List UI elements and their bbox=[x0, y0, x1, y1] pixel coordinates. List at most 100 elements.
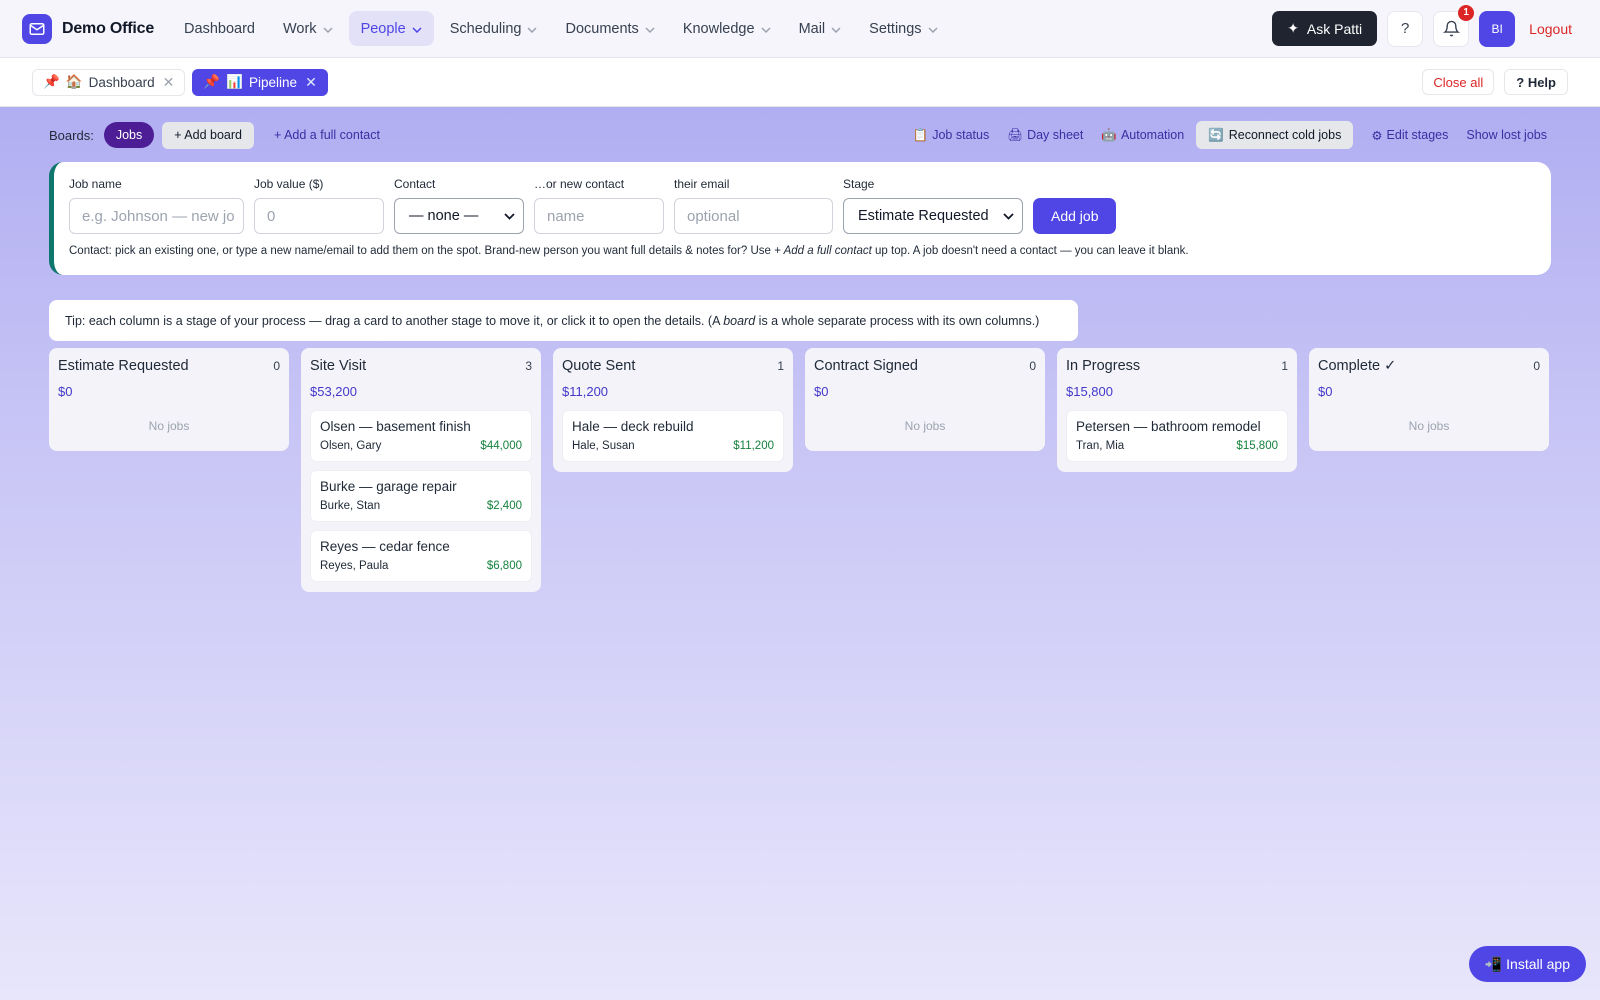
tab-pipeline[interactable]: 📌 📊 Pipeline ✕ bbox=[192, 68, 328, 96]
tab-emoji-icon: 🏠 bbox=[65, 74, 83, 89]
column-total: $0 bbox=[58, 384, 73, 399]
install-app-button[interactable]: 📲 Install app bbox=[1468, 946, 1586, 982]
avatar[interactable]: BI bbox=[1479, 10, 1516, 47]
board-pill-jobs[interactable]: Jobs bbox=[103, 122, 155, 148]
nav-item-label: Settings bbox=[869, 20, 922, 37]
help-question-button[interactable]: ? bbox=[1387, 10, 1424, 47]
edit-stages-link[interactable]: ⚙ Edit stages bbox=[1371, 128, 1448, 143]
card-list: Olsen — basement finish Olsen, Gary $44,00… bbox=[310, 410, 532, 582]
logout-link[interactable]: Logout bbox=[1529, 21, 1572, 37]
job-card[interactable]: Olsen — basement finish Olsen, Gary $44,00… bbox=[310, 410, 532, 462]
job-value: $44,000 bbox=[480, 440, 522, 452]
stage-column-in-progress: In Progress 1 $15,800 Petersen — bathroom r… bbox=[1057, 348, 1297, 472]
clipboard-icon: 📋 bbox=[912, 127, 929, 142]
nav-item-people[interactable]: People bbox=[348, 11, 434, 46]
empty-column-text: No jobs bbox=[148, 419, 190, 433]
day-sheet-label: Day sheet bbox=[1027, 128, 1084, 142]
close-all-button[interactable]: Close all bbox=[1422, 69, 1495, 95]
nav-item-mail[interactable]: Mail bbox=[787, 11, 854, 46]
tab-emoji-icon: 📊 bbox=[226, 74, 244, 89]
install-app-label: Install app bbox=[1506, 956, 1570, 972]
job-meta: Reyes, Paula $6,800 bbox=[320, 560, 522, 572]
nav-item-dashboard[interactable]: Dashboard bbox=[172, 11, 267, 46]
nav-item-settings[interactable]: Settings bbox=[857, 11, 949, 46]
notifications-button[interactable]: 1 bbox=[1433, 4, 1475, 47]
automation-link[interactable]: 🤖 Automation bbox=[1101, 128, 1184, 143]
contact-group: Contact — none — bbox=[394, 177, 524, 234]
close-icon[interactable]: ✕ bbox=[163, 74, 175, 91]
stage-column-contract-signed: Contract Signed 0 $0 No jobs bbox=[805, 348, 1045, 451]
form-help-em: + Add a full contact bbox=[774, 245, 872, 257]
job-value-label: Job value ($) bbox=[254, 177, 324, 191]
mail-logo-icon bbox=[22, 13, 52, 44]
job-meta: Burke, Stan $2,400 bbox=[320, 500, 522, 512]
reconnect-label: Reconnect cold jobs bbox=[1228, 128, 1342, 142]
job-card[interactable]: Hale — deck rebuild Hale, Susan $11,200 bbox=[562, 410, 784, 462]
add-board-button[interactable]: + Add board bbox=[162, 121, 254, 149]
gear-icon: ⚙ bbox=[1371, 128, 1383, 143]
robot-icon: 🤖 bbox=[1101, 127, 1117, 142]
new-contact-input[interactable]: name bbox=[534, 198, 664, 234]
form-help-after: up top. A job doesn't need a contact — y… bbox=[871, 245, 1189, 257]
job-value: $2,400 bbox=[486, 500, 522, 512]
chevron-down-icon bbox=[1003, 208, 1014, 224]
chevron-down-icon bbox=[323, 21, 333, 37]
add-job-form: Job name e.g. Johnson — new jo Job value… bbox=[49, 162, 1551, 275]
chevron-down-icon bbox=[504, 208, 515, 224]
job-name-label: Job name bbox=[69, 177, 122, 191]
stage-select[interactable]: Estimate Requested bbox=[843, 198, 1023, 234]
add-full-contact-link[interactable]: + Add a full contact bbox=[274, 128, 380, 142]
job-contact: Hale, Susan bbox=[572, 440, 635, 452]
column-count: 1 bbox=[777, 359, 784, 373]
nav-item-knowledge[interactable]: Knowledge bbox=[671, 11, 783, 46]
brand[interactable]: Demo Office bbox=[22, 13, 154, 44]
contact-select[interactable]: — none — bbox=[394, 198, 524, 234]
tip-em: board bbox=[723, 313, 756, 328]
email-input[interactable]: optional bbox=[674, 198, 833, 234]
job-status-link[interactable]: 📋 Job status bbox=[913, 128, 990, 143]
day-sheet-link[interactable]: 🖨 Day sheet bbox=[1007, 128, 1083, 143]
nav-item-scheduling[interactable]: Scheduling bbox=[438, 11, 550, 46]
nav-item-work[interactable]: Work bbox=[271, 11, 345, 46]
job-card[interactable]: Petersen — bathroom remodel Tran, Mia $15,… bbox=[1066, 410, 1288, 462]
stage-column-estimate-requested: Estimate Requested 0 $0 No jobs bbox=[49, 348, 289, 451]
form-help-before: Contact: pick an existing one, or type a… bbox=[69, 245, 775, 257]
column-header: Quote Sent 1 bbox=[562, 358, 784, 374]
pipeline-columns: Estimate Requested 0 $0 No jobs Site Visit 3 $… bbox=[49, 348, 1551, 648]
chevron-down-icon bbox=[928, 21, 938, 37]
tab-dashboard[interactable]: 📌 🏠 Dashboard ✕ bbox=[32, 68, 186, 96]
show-lost-jobs-link[interactable]: Show lost jobs bbox=[1466, 128, 1547, 142]
refresh-icon: 🔄 bbox=[1208, 127, 1224, 142]
stage-column-site-visit: Site Visit 3 $53,200 Olsen — basement finis… bbox=[301, 348, 541, 592]
open-tabs: 📌 🏠 Dashboard ✕ 📌 📊 Pipeline ✕ bbox=[32, 68, 328, 96]
job-title: Olsen — basement finish bbox=[320, 419, 471, 434]
help-button[interactable]: ? Help bbox=[1504, 69, 1568, 95]
contact-label: Contact bbox=[394, 177, 436, 191]
ask-patti-button[interactable]: ✦ Ask Patti bbox=[1272, 11, 1378, 46]
add-job-button[interactable]: Add job bbox=[1033, 198, 1117, 234]
column-total: $11,200 bbox=[562, 384, 609, 399]
board-bar: Boards: Jobs + Add board + Add a full co… bbox=[49, 121, 1551, 149]
close-icon[interactable]: ✕ bbox=[305, 74, 317, 91]
column-title: Site Visit bbox=[310, 358, 367, 374]
empty-column-text: No jobs bbox=[1408, 419, 1450, 433]
column-title: Quote Sent bbox=[562, 358, 636, 374]
job-name-input[interactable]: e.g. Johnson — new jo bbox=[69, 198, 244, 234]
job-card[interactable]: Burke — garage repair Burke, Stan $2,400 bbox=[310, 470, 532, 522]
nav-item-label: Dashboard bbox=[184, 20, 255, 37]
column-count: 0 bbox=[1029, 359, 1036, 373]
column-count: 3 bbox=[525, 359, 532, 373]
stage-label: Stage bbox=[843, 177, 875, 191]
stage-column-complete: Complete ✓ 0 $0 No jobs bbox=[1309, 348, 1549, 451]
job-contact: Reyes, Paula bbox=[320, 560, 389, 572]
email-group: their email optional bbox=[674, 177, 833, 234]
nav-item-documents[interactable]: Documents bbox=[553, 11, 666, 46]
pin-icon: 📌 bbox=[43, 74, 60, 89]
ask-patti-label: Ask Patti bbox=[1306, 20, 1363, 37]
reconnect-cold-jobs-button[interactable]: 🔄 Reconnect cold jobs bbox=[1196, 121, 1354, 149]
chevron-down-icon bbox=[645, 21, 655, 37]
job-card[interactable]: Reyes — cedar fence Reyes, Paula $6,800 bbox=[310, 530, 532, 582]
chevron-down-icon bbox=[761, 21, 771, 37]
job-value-input[interactable]: 0 bbox=[254, 198, 384, 234]
nav-item-label: Knowledge bbox=[682, 20, 755, 37]
